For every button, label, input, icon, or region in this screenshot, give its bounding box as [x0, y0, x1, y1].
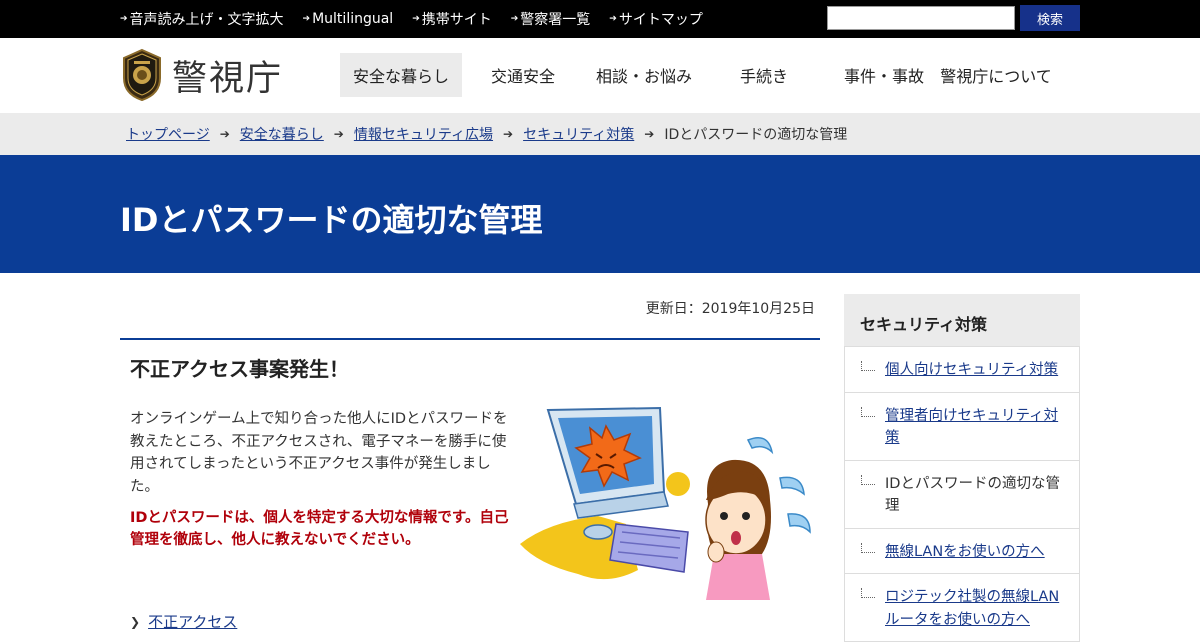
sidebar-item-id-password: IDとパスワードの適切な管理 — [845, 459, 1079, 528]
arrow-right-icon: ➔ — [219, 127, 230, 141]
tree-connector-icon — [861, 406, 875, 417]
arrow-right-icon: ➔ — [609, 14, 617, 24]
utility-link-voice[interactable]: ➔ 音声読み上げ・文字拡大 — [120, 9, 284, 29]
nav-item-safe-living[interactable]: 安全な暮らし — [340, 53, 462, 97]
utility-link-stations[interactable]: ➔ 警察署一覧 — [511, 9, 591, 29]
section-divider — [120, 338, 820, 340]
breadcrumb: トップページ ➔ 安全な暮らし ➔ 情報セキュリティ広場 ➔ セキュリティ対策 … — [0, 113, 1200, 155]
article-body: オンラインゲーム上で知り合った他人にIDとパスワードを教えたところ、不正アクセス… — [130, 411, 508, 495]
utility-bar: ➔ 音声読み上げ・文字拡大 ➔ Multilingual ➔ 携帯サイト ➔ 警察署一覧… — [0, 0, 1200, 38]
breadcrumb-link-info-security[interactable]: 情報セキュリティ広場 — [354, 124, 493, 144]
site-header: 警視庁 安全な暮らし 交通安全 相談・お悩み 手続き 事件・事故 警視庁について — [0, 38, 1200, 113]
search-button[interactable]: 検索 — [1020, 5, 1080, 31]
arrow-right-icon: ➔ — [120, 14, 128, 24]
related-link-unauthorized-access[interactable]: ❯ 不正アクセス — [130, 611, 237, 632]
related-link-label: 不正アクセス — [148, 613, 238, 631]
utility-link-label: 警察署一覧 — [520, 12, 591, 28]
tree-connector-icon — [861, 474, 875, 485]
utility-link-multilingual[interactable]: ➔ Multilingual — [303, 11, 394, 27]
arrow-right-icon: ➔ — [412, 14, 420, 24]
arrow-right-icon: ➔ — [333, 127, 344, 141]
sidebar-item-current-label: IDとパスワードの適切な管理 — [885, 475, 1060, 515]
arrow-right-icon: ➔ — [644, 127, 655, 141]
sidebar-item-link[interactable]: 管理者向けセキュリティ対策 — [885, 408, 1058, 447]
page-title: IDとパスワードの適切な管理 — [120, 201, 543, 239]
page-title-band: IDとパスワードの適切な管理 — [0, 155, 1200, 273]
nav-item-consultation[interactable]: 相談・お悩み — [584, 53, 704, 97]
nav-item-procedures[interactable]: 手続き — [704, 53, 824, 97]
global-nav: 安全な暮らし 交通安全 相談・お悩み 手続き 事件・事故 警視庁について — [340, 53, 1052, 97]
site-logo[interactable]: 警視庁 — [120, 48, 283, 102]
sidebar-item-personal-security: 個人向けセキュリティ対策 — [845, 346, 1079, 392]
tree-connector-icon — [861, 588, 875, 598]
chevron-right-icon: ❯ — [130, 614, 141, 629]
tree-connector-icon — [861, 542, 875, 553]
nav-item-incidents[interactable]: 事件・事故 — [824, 53, 944, 97]
arrow-right-icon: ➔ — [302, 14, 311, 24]
sidebar-item-link[interactable]: 無線LANをお使いの方へ — [885, 544, 1045, 560]
breadcrumb-current: IDとパスワードの適切な管理 — [664, 127, 848, 143]
unauthorized-access-illustration — [520, 406, 811, 600]
sidebar-item-wireless-lan: 無線LANをお使いの方へ — [845, 527, 1079, 574]
nav-item-traffic-safety[interactable]: 交通安全 — [462, 53, 584, 97]
site-logo-text: 警視庁 — [172, 58, 284, 99]
sidebar-heading: セキュリティ対策 — [844, 294, 1080, 346]
utility-link-label: 携帯サイト — [421, 12, 492, 28]
nav-item-about[interactable]: 警視庁について — [940, 53, 1052, 97]
breadcrumb-link-safe-living[interactable]: 安全な暮らし — [240, 124, 324, 144]
sidebar-item-logitec-router: ロジテック社製の無線LANルータをお使いの方へ — [845, 573, 1079, 641]
tree-connector-icon — [861, 361, 875, 371]
utility-link-label: Multilingual — [312, 11, 394, 27]
utility-link-label: サイトマップ — [618, 12, 703, 28]
police-emblem-icon — [123, 48, 161, 102]
search-input[interactable] — [827, 6, 1015, 30]
utility-link-label: 音声読み上げ・文字拡大 — [129, 12, 284, 28]
utility-link-sitemap[interactable]: ➔ サイトマップ — [609, 9, 703, 29]
utility-link-mobile[interactable]: ➔ 携帯サイト — [412, 9, 492, 29]
updated-date: 更新日：2019年10月25日 — [645, 301, 815, 317]
sidebar-item-link[interactable]: 個人向けセキュリティ対策 — [885, 362, 1058, 378]
arrow-right-icon: ➔ — [510, 14, 519, 24]
breadcrumb-link-security-measures[interactable]: セキュリティ対策 — [523, 124, 634, 144]
arrow-right-icon: ➔ — [503, 127, 514, 141]
breadcrumb-link-top[interactable]: トップページ — [126, 124, 210, 144]
sidebar-item-link[interactable]: ロジテック社製の無線LANルータをお使いの方へ — [885, 589, 1059, 628]
article-warning: IDとパスワードは、個人を特定する大切な情報です。自己管理を徹底し、他人に教えな… — [130, 510, 509, 548]
utility-links: ➔ 音声読み上げ・文字拡大 ➔ Multilingual ➔ 携帯サイト ➔ 警察署一覧… — [120, 0, 722, 38]
sidebar-item-admin-security: 管理者向けセキュリティ対策 — [845, 391, 1079, 460]
article-heading: 不正アクセス事案発生！ — [130, 357, 349, 381]
sidebar-list: 個人向けセキュリティ対策 管理者向けセキュリティ対策 IDとパスワードの適切な管… — [844, 346, 1080, 642]
